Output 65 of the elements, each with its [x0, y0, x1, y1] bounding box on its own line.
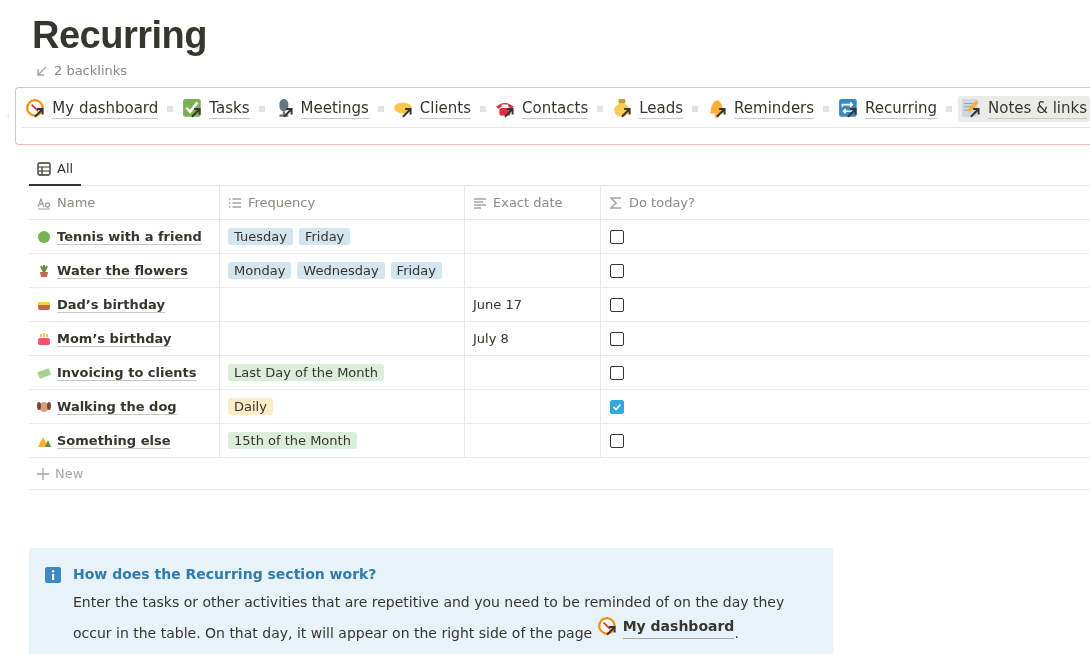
page-link[interactable]: Reminders	[704, 96, 818, 122]
birthday-cake-icon	[37, 331, 51, 346]
frequency-tag: 15th of the Month	[228, 432, 357, 449]
row-title[interactable]: Mom’s birthday	[57, 330, 172, 347]
frequency-tag: Last Day of the Month	[228, 364, 384, 381]
frequency-tag: Monday	[228, 262, 292, 279]
page-link[interactable]: Contacts	[492, 96, 592, 122]
frequency-tag: Daily	[228, 398, 273, 415]
row-title[interactable]: Walking the dog	[57, 398, 177, 415]
frequency-tag: Friday	[298, 228, 351, 245]
separator-icon	[946, 106, 953, 112]
column-header[interactable]: Frequency	[248, 195, 316, 210]
row-title[interactable]: Water the flowers	[57, 262, 188, 279]
backlinks-link[interactable]: 2 backlinks	[54, 63, 128, 78]
tennis-ball-icon	[37, 229, 51, 244]
table-icon	[37, 161, 51, 176]
separator-icon	[823, 106, 830, 112]
page-link[interactable]: Notes & links	[958, 96, 1090, 122]
column-header[interactable]: Do today?	[629, 195, 695, 210]
info-icon	[45, 567, 61, 583]
separator-icon	[258, 106, 265, 112]
frequency-tag: Tuesday	[228, 228, 293, 245]
text-lines-icon	[473, 195, 487, 210]
separator-icon	[167, 106, 174, 112]
row-title[interactable]: Something else	[57, 432, 171, 449]
page-link[interactable]: Meetings	[270, 96, 372, 122]
view-tab[interactable]: All	[29, 155, 82, 186]
potted-plant-icon	[37, 263, 51, 278]
page-title: Recurring	[32, 14, 208, 57]
plus-icon	[37, 467, 49, 480]
date-text: July 8	[473, 331, 509, 346]
separator-icon	[692, 106, 699, 112]
compass-icon	[596, 615, 619, 638]
page-link[interactable]: My dashboard	[22, 96, 162, 122]
checkbox[interactable]	[610, 399, 624, 414]
checkbox[interactable]	[610, 433, 624, 448]
column-header[interactable]: Name	[57, 195, 96, 210]
arrow-icon	[36, 64, 48, 77]
checkbox[interactable]	[610, 297, 624, 312]
callout-text: Enter the tasks or other activities that are repetitive and you need to be reminded of on the day they occur in the table. On that day, it will appear on the right side of the page My dashboard.	[73, 593, 786, 643]
dashboard-link[interactable]: My dashboard	[596, 614, 735, 639]
row-title[interactable]: Dad’s birthday	[57, 296, 165, 313]
list-icon	[228, 195, 242, 210]
page-link[interactable]: Tasks	[179, 96, 253, 122]
callout-title: How does the Recurring section work?	[73, 566, 378, 582]
column-header[interactable]: Exact date	[493, 195, 563, 210]
page-link[interactable]: Leads	[609, 96, 687, 122]
text-property-icon	[37, 195, 51, 210]
checkbox[interactable]	[610, 365, 624, 380]
separator-icon	[377, 106, 384, 112]
checkbox[interactable]	[610, 229, 624, 244]
separator-icon	[597, 106, 604, 112]
page-link[interactable]: Recurring	[835, 96, 941, 122]
check-icon	[612, 401, 622, 412]
checkbox[interactable]	[610, 331, 624, 346]
sigma-icon	[609, 195, 623, 210]
separator-icon	[480, 106, 487, 112]
frequency-tag: Friday	[390, 262, 442, 279]
row-title[interactable]: Tennis with a friend	[57, 228, 202, 245]
row-title[interactable]: Invoicing to clients	[57, 364, 197, 381]
banknote-icon	[37, 365, 51, 380]
frequency-tag: Wednesday	[297, 262, 385, 279]
date-text: June 17	[473, 297, 522, 312]
page-link[interactable]: Clients	[389, 96, 475, 122]
checkbox[interactable]	[610, 263, 624, 278]
